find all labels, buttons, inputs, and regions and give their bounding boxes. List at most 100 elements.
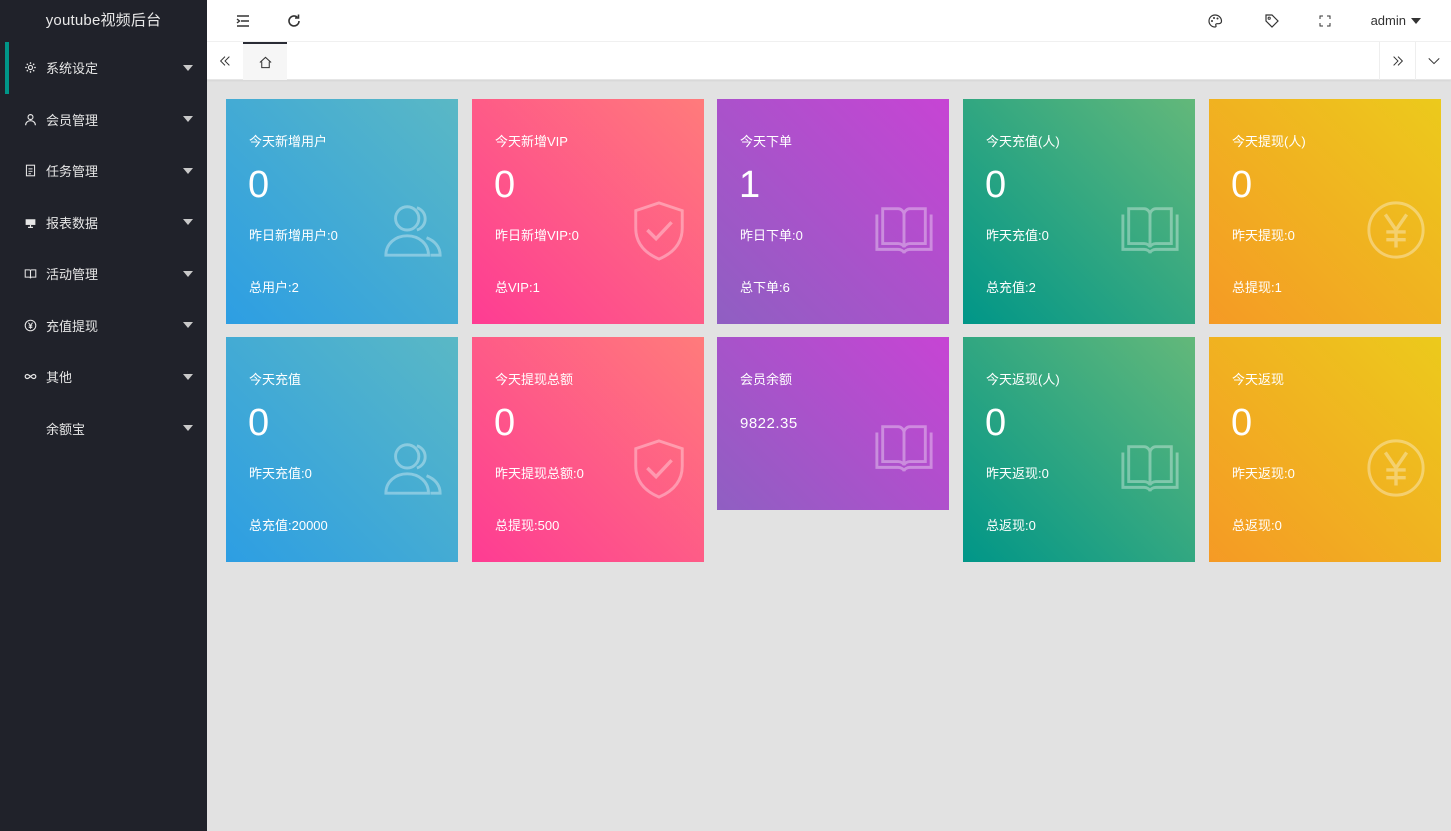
- card-title: 今天提现总额: [495, 372, 574, 387]
- card-value: 0: [494, 164, 516, 206]
- book-icon: [873, 417, 935, 479]
- card-subtitle: 昨天返现:0: [986, 466, 1049, 481]
- card-title: 今天提现(人): [1232, 134, 1306, 149]
- chevron-down-icon: [183, 425, 193, 432]
- username: admin: [1370, 13, 1406, 28]
- card-title: 今天新增VIP: [495, 134, 568, 149]
- book-icon: [873, 199, 935, 261]
- link-icon: [22, 369, 38, 385]
- user-menu[interactable]: admin: [1371, 13, 1421, 28]
- card-title: 今天返现(人): [986, 372, 1060, 387]
- book-icon: [1119, 437, 1181, 499]
- card-total: 总充值:20000: [249, 518, 328, 533]
- card-value: 0: [985, 164, 1007, 206]
- card-subtitle: 昨日下单:0: [740, 228, 803, 243]
- refresh-icon[interactable]: [284, 11, 304, 31]
- card-subtitle: 昨日新增用户:0: [249, 228, 338, 243]
- yen-circle-icon: [1365, 199, 1427, 261]
- card-title: 今天返现: [1232, 372, 1285, 387]
- sidebar-item-recharge-withdraw[interactable]: 充值提现: [0, 300, 207, 352]
- stat-card-cashback-users-today: 今天返现(人) 0 昨天返现:0 总返现:0: [963, 337, 1195, 562]
- card-subtitle: 昨天提现:0: [1232, 228, 1295, 243]
- stat-card-orders-today: 今天下单 1 昨日下单:0 总下单:6: [717, 99, 949, 324]
- chevron-down-icon: [183, 219, 193, 226]
- sidebar-item-task-management[interactable]: 任务管理: [0, 145, 207, 197]
- chevron-down-icon: [183, 167, 193, 174]
- tab-scroll-right-icon[interactable]: [1379, 42, 1415, 80]
- chevron-down-icon: [183, 116, 193, 123]
- card-subtitle: 昨日新增VIP:0: [495, 228, 579, 243]
- gear-icon: [22, 60, 38, 76]
- card-value: 0: [248, 402, 270, 444]
- sidebar-item-label: 系统设定: [46, 61, 99, 77]
- stat-card-withdraw-total-today: 今天提现总额 0 昨天提现总额:0 总提现:500: [472, 337, 704, 562]
- stat-card-withdraw-users-today: 今天提现(人) 0 昨天提现:0 总提现:1: [1209, 99, 1441, 324]
- yen-circle-icon: [1365, 437, 1427, 499]
- shield-check-icon: [628, 437, 690, 499]
- card-total: 总提现:1: [1232, 280, 1282, 295]
- card-subtitle: 昨天返现:0: [1232, 466, 1295, 481]
- sidebar-item-label: 活动管理: [46, 267, 99, 283]
- sidebar-item-yuebao[interactable]: 余额宝: [0, 403, 207, 455]
- sidebar-item-label: 其他: [46, 370, 73, 386]
- card-subtitle: 昨天充值:0: [249, 466, 312, 481]
- card-value: 0: [1231, 402, 1253, 444]
- tab-options-icon[interactable]: [1415, 42, 1451, 80]
- yen-icon: [22, 317, 38, 333]
- card-value: 0: [494, 402, 516, 444]
- user-icon: [22, 111, 38, 127]
- sidebar-item-label: 余额宝: [46, 421, 86, 437]
- chevron-down-icon: [183, 64, 193, 71]
- stat-card-member-balance: 会员余额 9822.35: [717, 337, 949, 510]
- book-icon: [1119, 199, 1181, 261]
- tab-scroll-left-icon[interactable]: [207, 42, 243, 80]
- stat-card-cashback-today: 今天返现 0 昨天返现:0 总返现:0: [1209, 337, 1441, 562]
- card-title: 今天充值(人): [986, 134, 1060, 149]
- sidebar-item-other[interactable]: 其他: [0, 351, 207, 403]
- card-total: 总用户:2: [249, 280, 299, 295]
- card-value: 0: [985, 402, 1007, 444]
- tag-icon[interactable]: [1262, 11, 1282, 31]
- stat-card-new-vip-today: 今天新增VIP 0 昨日新增VIP:0 总VIP:1: [472, 99, 704, 324]
- card-title: 今天新增用户: [249, 134, 328, 149]
- card-total: 总提现:500: [495, 518, 560, 533]
- users-icon: [382, 199, 444, 261]
- stat-card-recharge-today: 今天充值 0 昨天充值:0 总充值:20000: [226, 337, 458, 562]
- sidebar-item-system-settings[interactable]: 系统设定: [0, 42, 207, 94]
- card-value: 0: [248, 164, 270, 206]
- shield-check-icon: [628, 199, 690, 261]
- card-subtitle: 昨天充值:0: [986, 228, 1049, 243]
- app-logo[interactable]: youtube视频后台: [0, 0, 207, 42]
- chart-icon: [22, 214, 38, 230]
- sidebar-item-member-management[interactable]: 会员管理: [0, 94, 207, 146]
- sidebar-item-label: 报表数据: [46, 215, 99, 231]
- home-icon: [259, 56, 271, 68]
- card-subtitle: 昨天提现总额:0: [495, 466, 584, 481]
- card-total: 总返现:0: [986, 518, 1036, 533]
- sidebar: youtube视频后台 系统设定 会员管理 任务管理 报表数据 活动管理 充值提…: [0, 0, 207, 831]
- card-total: 总充值:2: [986, 280, 1036, 295]
- sidebar-item-label: 充值提现: [46, 318, 99, 334]
- card-amount: 9822.35: [740, 415, 798, 432]
- users-icon: [382, 437, 444, 499]
- card-title: 今天充值: [249, 372, 302, 387]
- sidebar-item-activity-management[interactable]: 活动管理: [0, 248, 207, 300]
- sidebar-item-label: 会员管理: [46, 112, 99, 128]
- top-header: admin: [207, 0, 1451, 42]
- stat-card-recharge-users-today: 今天充值(人) 0 昨天充值:0 总充值:2: [963, 99, 1195, 324]
- card-title: 会员余额: [740, 372, 793, 387]
- theme-palette-icon[interactable]: [1205, 11, 1225, 31]
- sidebar-item-report-data[interactable]: 报表数据: [0, 197, 207, 249]
- fullscreen-icon[interactable]: [1315, 11, 1335, 31]
- card-value: 0: [1231, 164, 1253, 206]
- stat-card-new-users-today: 今天新增用户 0 昨日新增用户:0 总用户:2: [226, 99, 458, 324]
- chevron-down-icon: [1411, 17, 1421, 24]
- book-icon: [22, 266, 38, 282]
- card-total: 总VIP:1: [495, 280, 540, 295]
- tab-home[interactable]: [243, 42, 287, 80]
- card-title: 今天下单: [740, 134, 793, 149]
- menu-toggle-icon[interactable]: [233, 11, 253, 31]
- file-icon: [22, 163, 38, 179]
- tab-bar: [207, 42, 1451, 80]
- chevron-down-icon: [183, 270, 193, 277]
